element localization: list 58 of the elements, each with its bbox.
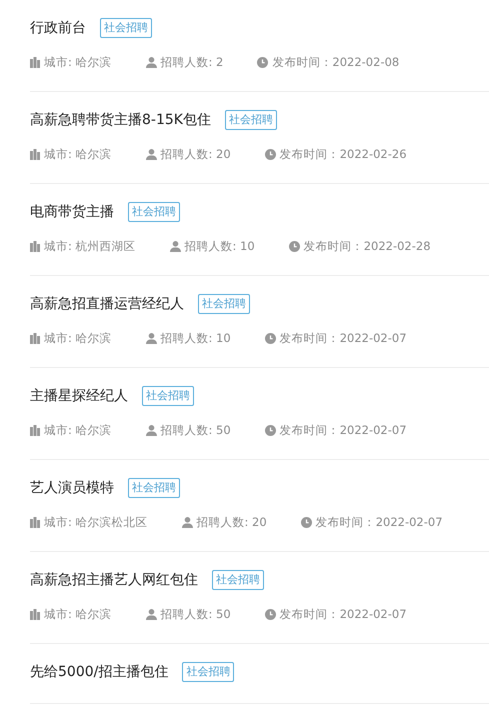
job-title[interactable]: 先给5000/招主播包住 xyxy=(30,663,168,681)
date-text: 发布时间：2022-02-28 xyxy=(304,238,431,254)
job-title[interactable]: 行政前台 xyxy=(30,19,86,37)
date-text: 发布时间：2022-02-08 xyxy=(272,54,400,70)
building-icon xyxy=(30,424,40,436)
clock-icon xyxy=(300,516,312,528)
job-title[interactable]: 主播星探经纪人 xyxy=(30,387,128,405)
date-text: 发布时间：2022-02-07 xyxy=(280,606,407,622)
date-text: 发布时间：2022-02-07 xyxy=(280,422,407,438)
person-icon xyxy=(146,332,157,344)
headcount-text: 招聘人数: 10 xyxy=(160,330,231,346)
person-icon xyxy=(170,240,181,252)
clock-icon xyxy=(264,332,276,344)
clock-icon xyxy=(288,240,300,252)
job-tag: 社会招聘 xyxy=(224,110,277,130)
building-icon xyxy=(30,148,40,160)
city-text: 城市: 哈尔滨 xyxy=(44,146,112,162)
job-tag: 社会招聘 xyxy=(128,478,180,498)
clock-icon xyxy=(264,424,276,436)
job-title[interactable]: 高薪急聘带货主播8-15K包住 xyxy=(30,111,211,129)
job-tag: 社会招聘 xyxy=(212,570,264,590)
building-icon xyxy=(30,332,40,344)
person-icon xyxy=(146,424,157,436)
job-tag: 社会招聘 xyxy=(182,662,234,682)
city-text: 城市: 哈尔滨 xyxy=(44,54,112,70)
person-icon xyxy=(146,148,157,160)
city-text: 城市: 哈尔滨 xyxy=(44,422,112,438)
date-text: 发布时间：2022-02-07 xyxy=(280,330,407,346)
headcount-text: 招聘人数: 20 xyxy=(196,514,267,530)
job-tag: 社会招聘 xyxy=(100,18,152,38)
headcount-text: 招聘人数: 2 xyxy=(160,54,224,70)
headcount-text: 招聘人数: 20 xyxy=(160,146,231,162)
person-icon xyxy=(146,608,157,620)
building-icon xyxy=(30,516,40,528)
clock-icon xyxy=(264,608,276,620)
clock-icon xyxy=(257,56,268,68)
person-icon xyxy=(146,56,157,68)
building-icon xyxy=(30,240,40,252)
city-text: 城市: 哈尔滨松北区 xyxy=(44,514,148,530)
job-title[interactable]: 电商带货主播 xyxy=(30,203,114,221)
date-text: 发布时间：2022-02-07 xyxy=(316,514,443,530)
clock-icon xyxy=(264,148,276,160)
headcount-text: 招聘人数: 50 xyxy=(160,422,231,438)
job-title[interactable]: 高薪急招直播运营经纪人 xyxy=(30,295,184,313)
job-tag: 社会招聘 xyxy=(198,294,250,314)
person-icon xyxy=(182,516,193,528)
job-tag: 社会招聘 xyxy=(128,202,180,222)
city-text: 城市: 杭州西湖区 xyxy=(44,238,136,254)
building-icon xyxy=(30,608,40,620)
headcount-text: 招聘人数: 10 xyxy=(184,238,255,254)
job-title[interactable]: 高薪急招主播艺人网红包住 xyxy=(30,571,198,589)
date-text: 发布时间：2022-02-26 xyxy=(280,146,407,162)
city-text: 城市: 哈尔滨 xyxy=(44,606,112,622)
city-text: 城市: 哈尔滨 xyxy=(44,330,112,346)
building-icon xyxy=(30,56,40,68)
headcount-text: 招聘人数: 50 xyxy=(160,606,231,622)
job-tag: 社会招聘 xyxy=(142,386,194,406)
job-title[interactable]: 艺人演员模特 xyxy=(30,479,114,497)
